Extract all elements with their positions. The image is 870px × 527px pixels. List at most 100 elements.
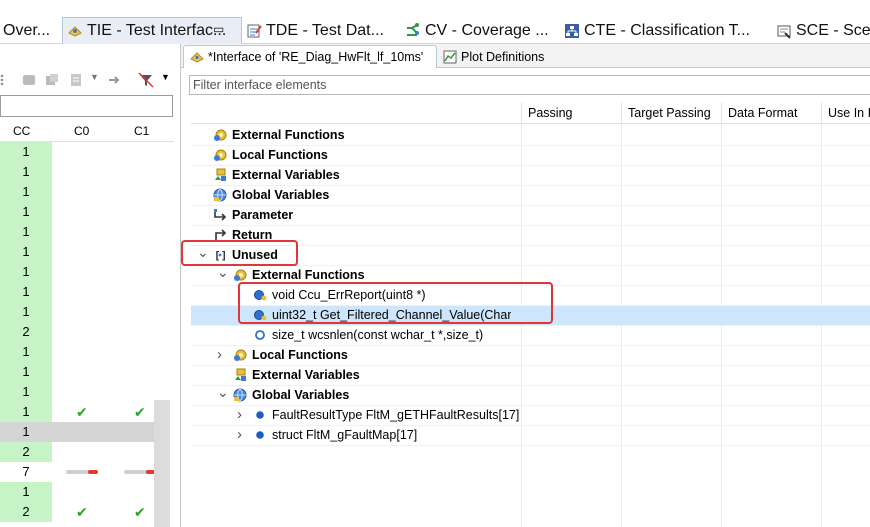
copy-icon[interactable] [44,72,60,88]
coverage-row[interactable]: 1 [0,242,154,262]
tree-row[interactable]: External Functions [191,126,870,146]
run-icon[interactable] [21,72,37,88]
external-variables-icon [213,168,227,182]
cc-value: 2 [0,502,52,522]
tree-row[interactable]: › FaultResultType FltM_gETHFaultResults[1… [191,406,870,426]
expanded-chevron-icon[interactable]: ⌄ [217,384,229,401]
tree-node[interactable]: size_t wcsnlen(const wchar_t *,size_t) [253,328,483,342]
check-icon: ✔ [76,404,88,420]
column-passing[interactable]: Passing [521,102,621,124]
document-icon[interactable] [68,72,84,88]
tree-node-label: Global Variables [232,188,330,202]
tree-row[interactable]: › struct FltM_gFaultMap[17] [191,426,870,446]
interface-tree: External Functions Local Functions Externa… [191,124,870,527]
tab-overview[interactable]: Over... [0,17,60,44]
tree-node-label: FaultResultType FltM_gETHFaultResults[17… [272,408,520,422]
tree-node-label: Global Variables [252,388,350,402]
tab-sce[interactable]: SCE - Sce [776,17,870,44]
tree-row[interactable]: External Variables [191,166,870,186]
column-c0[interactable]: C0 [74,124,89,138]
tab-label: Over... [3,21,51,39]
tree-node[interactable]: External Variables [213,168,340,182]
perspective-tab-bar: Over... TIE - Test Interfac... ▭ TDE - T… [0,17,870,44]
dropdown-arrow-icon[interactable]: ▼ [90,72,99,82]
cc-value: 2 [0,322,52,342]
coverage-row[interactable]: 1 [0,302,154,322]
tree-node[interactable]: External Functions [233,268,365,282]
coverage-row[interactable]: 1 [0,422,154,442]
minimize-icon[interactable]: ▭ [213,22,224,36]
tree-node[interactable]: Global Variables [213,188,329,202]
tab-tde[interactable]: TDE - Test Dat... [246,17,401,44]
tab-label: Plot Definitions [461,49,545,64]
cc-value: 1 [0,302,52,322]
coverage-row[interactable]: 7 [0,462,156,482]
variable-icon [253,428,267,442]
tie-icon [68,26,82,37]
column-c1[interactable]: C1 [134,124,149,138]
tree-row[interactable]: Parameter [191,206,870,226]
tab-cv[interactable]: CV - Coverage ... [405,17,559,44]
tree-node-label: Local Functions [252,348,348,362]
coverage-filter-input[interactable] [0,95,173,117]
coverage-row[interactable]: 1 [0,222,154,242]
tree-node[interactable]: External Functions [213,128,345,142]
tab-cte[interactable]: CTE - Classification T... [564,17,774,44]
tree-row[interactable]: ⌄ Global Variables [191,384,870,406]
tree-node[interactable]: Local Functions [213,148,328,162]
tree-node-label: External Variables [232,168,340,182]
collapsed-chevron-icon[interactable]: › [237,426,242,443]
tree-node-label: Parameter [232,208,294,222]
coverage-row[interactable]: 1 [0,362,154,382]
tree-row[interactable]: › Local Functions [191,346,870,366]
coverage-panel: ▼ ▼ CC C0 C1 1 1 1 1 1 1 1 1 1 2 1 1 1 1 ✔ ✔ 1 2 7 1 2 ✔ ✔ [0,44,174,527]
filter-interface-input[interactable]: Filter interface elements [189,75,870,95]
tree-node-label: External Variables [252,368,360,382]
column-cc[interactable]: CC [13,124,30,138]
editor-tab-bar: *Interface of 'RE_Diag_HwFlt_lf_10ms' Pl… [181,44,870,68]
view-menu-icon[interactable]: ▼ [161,72,170,82]
coverage-row[interactable]: 1 [0,262,154,282]
cc-value: 1 [0,482,52,502]
collapsed-chevron-icon[interactable]: › [217,346,222,363]
tab-interface[interactable]: *Interface of 'RE_Diag_HwFlt_lf_10ms' [183,45,437,68]
tab-tie[interactable]: TIE - Test Interfac... ▭ [62,17,242,44]
collapsed-chevron-icon[interactable]: › [237,406,242,423]
coverage-row[interactable]: 1 [0,182,154,202]
tree-row[interactable]: size_t wcsnlen(const wchar_t *,size_t) [191,326,870,346]
coverage-row[interactable]: 1 [0,142,154,162]
coverage-row[interactable]: 1 [0,162,154,182]
coverage-row[interactable]: 1 [0,342,154,362]
coverage-row[interactable]: 1 [0,202,154,222]
tree-node[interactable]: External Variables [233,368,360,382]
tree-node[interactable]: FaultResultType FltM_gETHFaultResults[17… [253,408,519,422]
expanded-chevron-icon[interactable]: ⌄ [217,264,229,281]
coverage-row[interactable]: 1 ✔ ✔ [0,402,154,422]
vertical-scrollbar[interactable] [154,400,170,527]
tab-plot-definitions[interactable]: Plot Definitions [437,45,553,68]
tree-node[interactable]: Global Variables [233,388,349,402]
unused-highlight [181,240,298,266]
filter-placeholder: Filter interface elements [193,78,327,92]
coverage-row[interactable]: 1 [0,282,154,302]
coverage-row[interactable]: 2 ✔ ✔ [0,502,154,522]
tree-node[interactable]: Parameter [213,208,293,222]
cc-value: 1 [0,422,52,442]
tree-node[interactable]: Local Functions [233,348,348,362]
tree-node[interactable]: struct FltM_gFaultMap[17] [253,428,417,442]
column-target-passing[interactable]: Target Passing [621,102,721,124]
tree-row[interactable]: External Variables [191,366,870,386]
coverage-row[interactable]: 1 [0,482,154,502]
tab-label: CTE - Classification T... [584,21,750,39]
coverage-row[interactable]: 1 [0,382,154,402]
coverage-row[interactable]: 2 [0,322,154,342]
cc-value: 1 [0,142,52,162]
export-icon[interactable] [106,72,122,88]
tree-row[interactable]: Local Functions [191,146,870,166]
column-data-format[interactable]: Data Format [721,102,821,124]
external-functions-icon [233,268,247,282]
filter-icon[interactable] [138,72,154,88]
coverage-row[interactable]: 2 [0,442,154,462]
tree-row[interactable]: Global Variables [191,186,870,206]
column-use-in[interactable]: Use In I [821,102,870,124]
